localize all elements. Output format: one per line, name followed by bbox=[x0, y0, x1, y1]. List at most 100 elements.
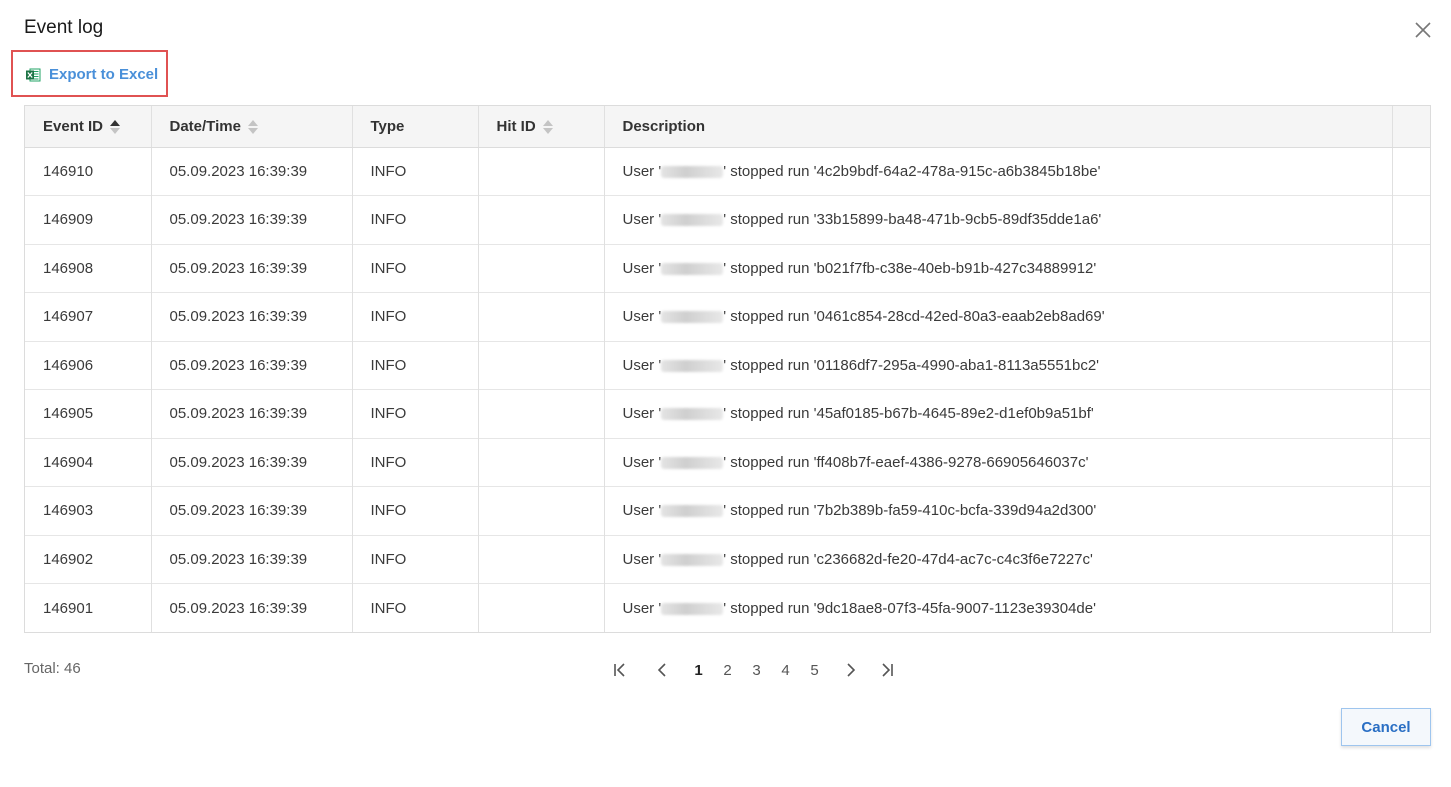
cell-spacer bbox=[1392, 341, 1430, 390]
description-prefix: User ' bbox=[622, 502, 662, 520]
redacted-username bbox=[661, 553, 724, 566]
table-header-row: Event ID Date/Time Type Hit ID Descripti… bbox=[25, 106, 1430, 148]
cell-event-id: 146910 bbox=[25, 147, 152, 196]
table-row[interactable]: 146905 05.09.2023 16:39:39 INFO User ' ' sto… bbox=[25, 389, 1430, 438]
sort-icon bbox=[542, 119, 553, 134]
column-header-event-id[interactable]: Event ID bbox=[25, 106, 152, 148]
last-page-icon bbox=[882, 663, 893, 677]
cell-datetime: 05.09.2023 16:39:39 bbox=[151, 292, 353, 341]
table-row[interactable]: 146904 05.09.2023 16:39:39 INFO User ' ' sto… bbox=[25, 438, 1430, 487]
cell-type: INFO bbox=[352, 195, 479, 244]
dialog-title: Event log bbox=[24, 17, 104, 38]
page-5-button[interactable]: 5 bbox=[800, 662, 829, 679]
redacted-username bbox=[661, 214, 724, 227]
excel-icon bbox=[26, 68, 41, 81]
table-row[interactable]: 146907 05.09.2023 16:39:39 INFO User ' ' sto… bbox=[25, 292, 1430, 342]
cell-datetime: 05.09.2023 16:39:39 bbox=[151, 438, 353, 487]
cell-type: INFO bbox=[352, 244, 479, 293]
redacted-username bbox=[661, 262, 724, 275]
redacted-username bbox=[661, 165, 724, 178]
description-prefix: User ' bbox=[622, 259, 662, 277]
chevron-left-icon bbox=[657, 663, 666, 677]
cell-hit-id bbox=[478, 583, 605, 632]
cell-description: User ' ' stopped run '01186df7-295a-4990-… bbox=[604, 341, 1393, 390]
cell-hit-id bbox=[478, 486, 605, 535]
cell-type: INFO bbox=[352, 535, 479, 584]
cell-type: INFO bbox=[352, 583, 479, 632]
description-suffix: ' stopped run 'ff408b7f-eaef-4386-9278-6… bbox=[723, 453, 1089, 471]
cell-description: User ' ' stopped run '9dc18ae8-07f3-45fa-… bbox=[604, 583, 1393, 632]
column-header-description[interactable]: Description bbox=[604, 106, 1393, 148]
cell-datetime: 05.09.2023 16:39:39 bbox=[151, 535, 353, 584]
page-1-button[interactable]: 1 bbox=[684, 662, 713, 679]
export-to-excel-button[interactable]: Export to Excel bbox=[25, 66, 158, 83]
cell-hit-id bbox=[478, 341, 605, 390]
redacted-username bbox=[661, 359, 724, 372]
description-suffix: ' stopped run 'b021f7fb-c38e-40eb-b91b-4… bbox=[723, 259, 1097, 277]
page-3-button[interactable]: 3 bbox=[742, 662, 771, 679]
cell-type: INFO bbox=[352, 341, 479, 390]
cell-hit-id bbox=[478, 147, 605, 196]
description-prefix: User ' bbox=[622, 453, 662, 471]
cell-description: User ' ' stopped run '4c2b9bdf-64a2-478a-… bbox=[604, 147, 1393, 196]
event-log-dialog: Event log Export to Excel Event ID Date/… bbox=[0, 0, 1451, 787]
description-prefix: User ' bbox=[622, 599, 662, 617]
column-header-type[interactable]: Type bbox=[352, 106, 479, 148]
export-label: Export to Excel bbox=[49, 66, 159, 83]
page-2-button[interactable]: 2 bbox=[713, 662, 742, 679]
sort-icon bbox=[247, 119, 258, 134]
total-count: Total: 46 bbox=[24, 660, 81, 677]
redacted-username bbox=[661, 408, 724, 421]
event-log-table: Event ID Date/Time Type Hit ID Descripti… bbox=[24, 105, 1431, 633]
redacted-username bbox=[661, 505, 724, 518]
export-highlight: Export to Excel bbox=[11, 50, 168, 97]
table-row[interactable]: 146910 05.09.2023 16:39:39 INFO User ' ' sto… bbox=[25, 147, 1430, 196]
sort-ascending-icon bbox=[110, 119, 121, 134]
cell-hit-id bbox=[478, 438, 605, 487]
page-4-button[interactable]: 4 bbox=[771, 662, 800, 679]
close-button[interactable] bbox=[1412, 19, 1434, 41]
cell-spacer bbox=[1392, 584, 1430, 633]
redacted-username bbox=[661, 602, 724, 615]
description-suffix: ' stopped run '0461c854-28cd-42ed-80a3-e… bbox=[723, 308, 1105, 326]
column-header-datetime[interactable]: Date/Time bbox=[151, 106, 353, 148]
description-prefix: User ' bbox=[622, 356, 662, 374]
cell-spacer bbox=[1392, 293, 1430, 342]
cell-datetime: 05.09.2023 16:39:39 bbox=[151, 147, 353, 196]
description-prefix: User ' bbox=[622, 405, 662, 423]
table-row[interactable]: 146908 05.09.2023 16:39:39 INFO User ' ' sto… bbox=[25, 244, 1430, 293]
cell-spacer bbox=[1392, 244, 1430, 293]
chevron-right-icon bbox=[847, 663, 856, 677]
cell-spacer bbox=[1392, 535, 1430, 584]
last-page-button[interactable] bbox=[875, 658, 899, 682]
cell-datetime: 05.09.2023 16:39:39 bbox=[151, 244, 353, 293]
cell-hit-id bbox=[478, 389, 605, 438]
first-page-button[interactable] bbox=[608, 658, 632, 682]
table-row[interactable]: 146902 05.09.2023 16:39:39 INFO User ' ' sto… bbox=[25, 535, 1430, 584]
cell-hit-id bbox=[478, 535, 605, 584]
cell-type: INFO bbox=[352, 389, 479, 438]
cell-description: User ' ' stopped run 'ff408b7f-eaef-4386-… bbox=[604, 438, 1393, 487]
cell-description: User ' ' stopped run '45af0185-b67b-4645-… bbox=[604, 389, 1393, 438]
table-row[interactable]: 146903 05.09.2023 16:39:39 INFO User ' ' sto… bbox=[25, 486, 1430, 535]
redacted-username bbox=[661, 456, 724, 469]
cell-spacer bbox=[1392, 147, 1430, 196]
cell-event-id: 146902 bbox=[25, 535, 152, 584]
description-suffix: ' stopped run 'c236682d-fe20-47d4-ac7c-c… bbox=[723, 550, 1093, 568]
table-row[interactable]: 146906 05.09.2023 16:39:39 INFO User ' ' sto… bbox=[25, 341, 1430, 390]
cell-event-id: 146909 bbox=[25, 195, 152, 244]
cell-spacer bbox=[1392, 196, 1430, 245]
cell-event-id: 146908 bbox=[25, 244, 152, 293]
redacted-username bbox=[661, 311, 724, 324]
first-page-icon bbox=[614, 663, 625, 677]
next-page-button[interactable] bbox=[839, 658, 863, 682]
cell-type: INFO bbox=[352, 438, 479, 487]
description-prefix: User ' bbox=[622, 550, 662, 568]
table-row[interactable]: 146909 05.09.2023 16:39:39 INFO User ' ' sto… bbox=[25, 195, 1430, 245]
previous-page-button[interactable] bbox=[650, 658, 674, 682]
cell-description: User ' ' stopped run '0461c854-28cd-42ed-… bbox=[604, 292, 1393, 341]
pagination: 12345 bbox=[608, 658, 899, 682]
table-row[interactable]: 146901 05.09.2023 16:39:39 INFO User ' ' sto… bbox=[25, 583, 1430, 633]
cancel-button[interactable]: Cancel bbox=[1341, 708, 1431, 746]
column-header-hit-id[interactable]: Hit ID bbox=[478, 106, 605, 148]
